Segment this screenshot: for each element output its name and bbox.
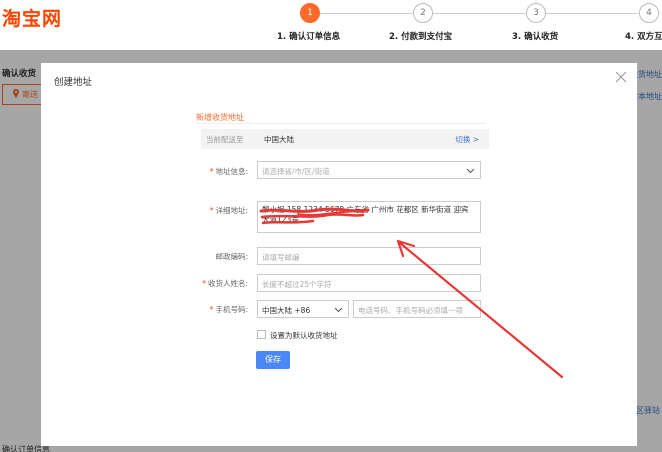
section-divider bbox=[196, 123, 486, 124]
region-switch-link[interactable]: 切换 > bbox=[455, 134, 479, 145]
step-4-label: 4. 双方互 bbox=[625, 32, 662, 42]
required-mark: * bbox=[209, 167, 214, 176]
required-mark: * bbox=[209, 206, 214, 215]
address-region-select[interactable]: 请选择省/市/区/街道 bbox=[257, 161, 481, 179]
phone-label: * 手机号码: bbox=[158, 304, 248, 315]
region-value: 中国大陆 bbox=[264, 135, 294, 144]
step-2-circle: 2 bbox=[413, 3, 433, 23]
recipient-name-label-text: 收货人姓名: bbox=[207, 279, 248, 288]
create-address-dialog: 创建地址 新增收货地址 当前配送至 中国大陆 切换 > * 地址信息: 请选择省/… bbox=[41, 63, 637, 446]
phone-number-input[interactable]: 电话号码、手机号码必须填一项 bbox=[353, 300, 481, 318]
save-button[interactable]: 保存 bbox=[256, 351, 290, 369]
chevron-down-icon bbox=[334, 307, 343, 313]
step-3-label: 3. 确认收货 bbox=[512, 32, 559, 42]
step-connector bbox=[433, 13, 525, 14]
step-1-circle: 1 bbox=[300, 3, 320, 23]
checkout-steps: 1 2 3 4 1. 确认订单信息 2. 付款到支付宝 3. 确认收货 4. 双… bbox=[0, 0, 662, 50]
phone-label-text: 手机号码: bbox=[215, 305, 248, 314]
dialog-title: 创建地址 bbox=[54, 77, 93, 88]
step-3-circle: 3 bbox=[526, 3, 546, 23]
address-info-label-text: 地址信息: bbox=[215, 167, 248, 176]
step-4-circle: 4 bbox=[639, 3, 659, 23]
new-address-heading: 新增收货地址 bbox=[196, 113, 244, 122]
step-1-label: 1. 确认订单信息 bbox=[277, 32, 341, 42]
redaction-scribble bbox=[259, 207, 370, 225]
address-info-label: * 地址信息: bbox=[158, 166, 248, 177]
default-address-label[interactable]: 设置为默认收货地址 bbox=[270, 330, 338, 341]
delivery-region-bar: 当前配送至 中国大陆 切换 > bbox=[201, 129, 489, 149]
phone-country-select[interactable]: 中国大陆 +86 bbox=[257, 300, 349, 318]
recipient-name-label: * 收货人姓名: bbox=[158, 278, 248, 289]
postal-code-label: 邮政编码: bbox=[215, 252, 248, 261]
address-region-placeholder: 请选择省/市/区/街道 bbox=[262, 167, 330, 176]
recipient-name-input[interactable]: 长度不超过25个字符 bbox=[257, 274, 481, 292]
default-address-checkbox[interactable] bbox=[257, 330, 266, 339]
phone-country-value: 中国大陆 +86 bbox=[262, 306, 311, 315]
postal-code-input[interactable]: 请填写邮编 bbox=[257, 247, 481, 265]
recipient-name-placeholder: 长度不超过25个字符 bbox=[262, 280, 332, 289]
step-2-label: 2. 付款到支付宝 bbox=[389, 32, 453, 42]
step-connector bbox=[320, 13, 412, 14]
region-label: 当前配送至 bbox=[206, 135, 244, 144]
step-connector bbox=[546, 13, 638, 14]
required-mark: * bbox=[209, 305, 214, 314]
chevron-down-icon bbox=[466, 168, 475, 174]
close-icon[interactable] bbox=[615, 71, 627, 83]
detail-address-textarea[interactable]: 黎小姐 158 1234 5678 广东省 广州市 花都区 新华街道 迎宾大道1… bbox=[257, 201, 481, 233]
detail-address-label-text: 详细地址: bbox=[215, 206, 248, 215]
postal-code-placeholder: 请填写邮编 bbox=[262, 253, 300, 262]
detail-address-label: * 详细地址: bbox=[158, 205, 248, 216]
phone-number-placeholder: 电话号码、手机号码必须填一项 bbox=[358, 306, 463, 315]
required-mark: * bbox=[202, 279, 206, 288]
